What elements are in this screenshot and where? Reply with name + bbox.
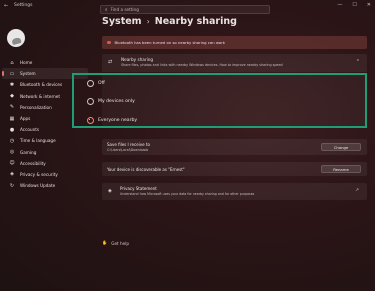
privacy-statement-row[interactable]: ◈ Privacy Statement Understand how Micro… — [102, 183, 367, 200]
nearby-sharing-header[interactable]: ⇄ Nearby sharing Share files, photos and… — [102, 54, 367, 72]
bluetooth-icon: ✱ — [9, 81, 15, 88]
gaming-icon: ◎ — [9, 149, 15, 156]
search-box[interactable]: ⌕ — [100, 5, 270, 14]
sidebar-item-accessibility[interactable]: ☺ Accessibility — [0, 158, 90, 169]
privacy-subtitle: Understand how Microsoft uses your data … — [120, 192, 255, 196]
breadcrumb-parent[interactable]: System — [102, 16, 142, 27]
option-off[interactable]: Off — [87, 80, 105, 87]
search-icon: ⌕ — [105, 7, 108, 13]
time-icon: ◷ — [9, 137, 15, 144]
save-files-title: Save files I receive to — [107, 142, 150, 147]
radio-everyone-nearby[interactable] — [87, 117, 94, 124]
close-button[interactable]: ✕ — [367, 2, 371, 8]
chevron-right-icon: › — [146, 17, 150, 26]
change-button[interactable]: Change — [321, 143, 361, 151]
option-everyone-nearby[interactable]: Everyone nearby — [87, 117, 137, 124]
shield-icon: ◈ — [10, 171, 14, 178]
bluetooth-notice: Bluetooth has been turned on so nearby s… — [102, 36, 367, 49]
sidebar: ⌂ Home ▭ System ✱ Bluetooth & devices ◆ Netw… — [0, 14, 90, 291]
sidebar-item-label: Home — [20, 60, 33, 66]
home-icon: ⌂ — [10, 59, 14, 66]
window-controls: — ☐ ✕ — [337, 2, 371, 8]
sidebar-item-label: Accessibility — [20, 160, 46, 166]
minimize-button[interactable]: — — [337, 2, 342, 8]
chevron-up-icon[interactable]: ⌃ — [356, 59, 360, 65]
option-label: Everyone nearby — [98, 118, 138, 123]
get-help-link[interactable]: ✋ Get help — [102, 240, 129, 246]
save-files-row: Save files I receive to C:\Users\Local\D… — [102, 139, 367, 155]
option-label: Off — [98, 81, 105, 86]
sidebar-item-label: Accounts — [20, 127, 40, 133]
help-icon: ✋ — [102, 240, 108, 245]
nearby-sharing-subtitle: Share files, photos and links with nearb… — [121, 63, 283, 67]
sidebar-item-label: System — [20, 71, 36, 77]
shield-icon: ◈ — [108, 188, 112, 194]
get-help-label: Get help — [111, 240, 130, 246]
system-icon: ▭ — [9, 70, 15, 77]
maximize-button[interactable]: ☐ — [352, 2, 356, 8]
external-link-icon: ↗ — [355, 188, 359, 193]
back-arrow-icon[interactable]: ← — [4, 3, 8, 9]
update-icon: ↻ — [9, 182, 15, 189]
rename-button[interactable]: Rename — [321, 165, 361, 173]
sidebar-item-time-language[interactable]: ◷ Time & language — [0, 135, 90, 146]
sidebar-item-label: Gaming — [20, 149, 37, 155]
sidebar-item-windows-update[interactable]: ↻ Windows Update — [0, 180, 90, 191]
sidebar-item-home[interactable]: ⌂ Home — [0, 57, 90, 68]
sidebar-item-gaming[interactable]: ◎ Gaming — [0, 147, 90, 158]
sidebar-item-privacy[interactable]: ◈ Privacy & security — [0, 169, 90, 180]
search-input[interactable] — [110, 7, 261, 12]
info-icon — [107, 40, 111, 45]
sidebar-item-label: Bluetooth & devices — [20, 82, 63, 88]
notice-text: Bluetooth has been turned on so nearby s… — [114, 40, 226, 45]
save-files-path: C:\Users\Local\Downloads — [107, 148, 149, 152]
sidebar-item-label: Apps — [20, 116, 31, 122]
discoverable-text: Your device is discoverable as "Ernest" — [107, 167, 185, 172]
apps-icon: ▦ — [9, 115, 15, 122]
nearby-sharing-title: Nearby sharing — [121, 57, 154, 62]
accounts-icon: ● — [9, 126, 15, 133]
brush-icon: ✎ — [9, 104, 15, 111]
sidebar-item-label: Time & language — [20, 138, 56, 144]
sidebar-item-label: Network & internet — [20, 93, 60, 99]
sidebar-item-label: Windows Update — [20, 183, 56, 189]
breadcrumb: System › Nearby sharing — [102, 16, 237, 27]
accessibility-icon: ☺ — [9, 160, 15, 167]
network-icon: ◆ — [10, 93, 14, 100]
avatar[interactable] — [7, 29, 25, 47]
option-label: My devices only — [98, 99, 135, 104]
page-title: Nearby sharing — [154, 16, 237, 27]
radio-off[interactable] — [87, 80, 94, 87]
nearby-sharing-icon: ⇄ — [108, 59, 113, 65]
option-my-devices-only[interactable]: My devices only — [87, 98, 135, 105]
radio-my-devices[interactable] — [87, 98, 94, 105]
discoverable-row: Your device is discoverable as "Ernest" … — [102, 162, 367, 176]
sidebar-item-label: Personalization — [20, 104, 52, 110]
sidebar-item-label: Privacy & security — [20, 171, 58, 177]
app-title: Settings — [14, 3, 33, 8]
privacy-title: Privacy Statement — [120, 186, 157, 191]
